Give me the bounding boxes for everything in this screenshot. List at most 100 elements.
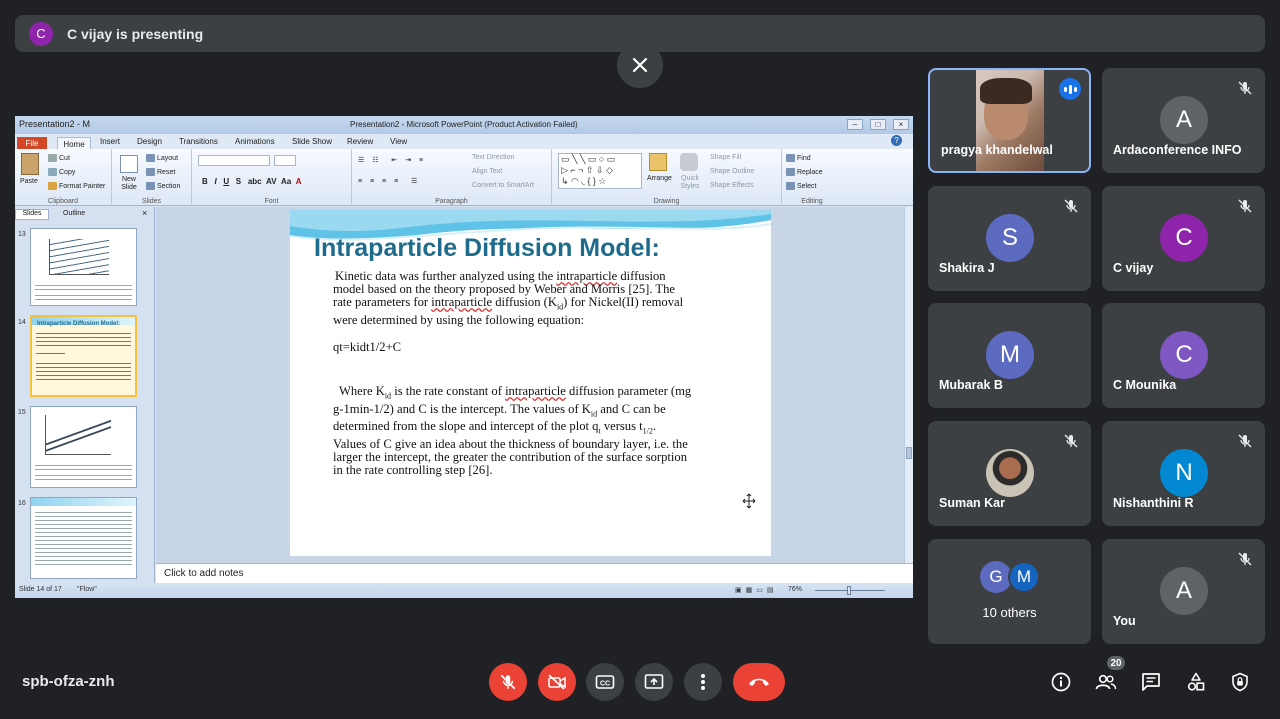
panel-close-icon[interactable]: × bbox=[142, 208, 147, 218]
text-direction-button[interactable]: Text Direction bbox=[472, 154, 514, 161]
more-options-button[interactable] bbox=[684, 663, 722, 701]
current-slide[interactable]: Intraparticle Diffusion Model: Kinetic d… bbox=[290, 210, 771, 556]
format-painter-button[interactable]: Format Painter bbox=[48, 182, 105, 190]
reset-button[interactable]: Reset bbox=[146, 168, 175, 176]
tab-slides[interactable]: Slides bbox=[15, 209, 49, 220]
font-label: Font bbox=[264, 198, 279, 205]
new-slide-button[interactable]: New Slide bbox=[118, 176, 140, 192]
speaking-indicator-icon bbox=[1059, 78, 1081, 100]
paragraph-label: Paragraph bbox=[435, 198, 468, 205]
select-button[interactable]: Select bbox=[786, 182, 816, 190]
shape-outline-button[interactable]: Shape Outline bbox=[710, 168, 754, 175]
participant-name: Shakira J bbox=[939, 261, 995, 275]
align-buttons[interactable]: ≡ ≡ ≡ ≡ ☰ bbox=[358, 177, 420, 185]
drawing-group: ▭ ╲ ╲ ▭ ○ ▭ ▷ ⌐ ¬ ⇧ ⇩ ◇ ↳ ◠ ◟ { } ☆ Arrang… bbox=[552, 149, 782, 206]
mic-toggle-button[interactable] bbox=[489, 663, 527, 701]
host-controls-button[interactable] bbox=[1225, 667, 1255, 697]
shape-effects-button[interactable]: Shape Effects bbox=[710, 182, 753, 189]
font-size-select[interactable] bbox=[274, 155, 296, 166]
others-tile[interactable]: G M 10 others bbox=[928, 539, 1091, 644]
theme-name: "Flow" bbox=[77, 586, 97, 593]
tab-animations[interactable]: Animations bbox=[235, 137, 275, 146]
minimize-button[interactable]: – bbox=[847, 119, 863, 130]
activities-button[interactable] bbox=[1181, 667, 1211, 697]
ppt-window-tab[interactable]: Presentation2 - M bbox=[19, 119, 90, 129]
drawing-label: Drawing bbox=[653, 198, 680, 205]
section-button[interactable]: Section bbox=[146, 182, 180, 190]
arrange-icon[interactable] bbox=[649, 153, 667, 171]
people-icon bbox=[1095, 674, 1117, 690]
participant-tile[interactable]: C C vijay bbox=[1102, 186, 1265, 291]
zoom-slider-thumb[interactable] bbox=[847, 586, 851, 595]
view-buttons[interactable]: ▣▦▭▤ bbox=[735, 586, 777, 594]
self-tile[interactable]: A You bbox=[1102, 539, 1265, 644]
slides-group: New Slide Layout Reset Section Slides bbox=[112, 149, 192, 206]
slide-thumbnail[interactable] bbox=[30, 228, 137, 306]
mic-off-icon bbox=[1064, 434, 1078, 448]
smartart-button[interactable]: Convert to SmartArt bbox=[472, 182, 534, 189]
tab-design[interactable]: Design bbox=[137, 137, 162, 146]
close-presentation-button[interactable] bbox=[617, 42, 663, 88]
replace-icon bbox=[786, 168, 795, 176]
paste-button[interactable]: Paste bbox=[20, 178, 38, 185]
bold-button[interactable]: B I U S abc AV Aa A bbox=[202, 177, 301, 186]
cut-button[interactable]: Cut bbox=[48, 154, 70, 162]
align-text-button[interactable]: Align Text bbox=[472, 168, 502, 175]
participant-tile[interactable]: A Ardaconference INFO bbox=[1102, 68, 1265, 173]
participant-tile[interactable]: C C Mounika bbox=[1102, 303, 1265, 408]
others-count: 10 others bbox=[982, 605, 1037, 620]
tab-view[interactable]: View bbox=[390, 137, 407, 146]
tab-outline[interactable]: Outline bbox=[63, 210, 85, 217]
slide-thumbnail-selected[interactable]: Intraparticle Diffusion Model: bbox=[30, 315, 137, 397]
paragraph-group: ☰ ☷ ⇤ ⇥ ≡ ≡ ≡ ≡ ≡ ☰ Text Direction Align… bbox=[352, 149, 552, 206]
tab-insert[interactable]: Insert bbox=[100, 137, 120, 146]
window-close-button[interactable]: × bbox=[893, 119, 909, 130]
paste-icon[interactable] bbox=[21, 153, 39, 175]
zoom-level[interactable]: 76% bbox=[788, 586, 802, 593]
participant-tile[interactable]: N Nishanthini R bbox=[1102, 421, 1265, 526]
meeting-details-button[interactable] bbox=[1046, 667, 1076, 697]
participant-tile[interactable]: Suman Kar bbox=[928, 421, 1091, 526]
slide-panel-tabs: Slides Outline × bbox=[15, 208, 155, 221]
shapes-gallery[interactable]: ▭ ╲ ╲ ▭ ○ ▭ ▷ ⌐ ¬ ⇧ ⇩ ◇ ↳ ◠ ◟ { } ☆ bbox=[558, 153, 642, 189]
help-icon[interactable]: ? bbox=[891, 135, 902, 146]
layout-button[interactable]: Layout bbox=[146, 154, 178, 162]
camera-toggle-button[interactable] bbox=[538, 663, 576, 701]
replace-label: Replace bbox=[797, 168, 823, 176]
present-screen-button[interactable] bbox=[635, 663, 673, 701]
thumb-number: 13 bbox=[18, 231, 26, 238]
list-buttons[interactable]: ☰ ☷ ⇤ ⇥ ≡ bbox=[358, 156, 426, 164]
replace-button[interactable]: Replace bbox=[786, 168, 823, 176]
shield-lock-icon bbox=[1232, 672, 1248, 692]
tab-review[interactable]: Review bbox=[347, 137, 373, 146]
select-icon bbox=[786, 182, 795, 190]
participant-avatar: M bbox=[986, 331, 1034, 379]
find-button[interactable]: Find bbox=[786, 154, 811, 162]
meeting-code[interactable]: spb-ofza-znh bbox=[22, 673, 114, 690]
tab-slide-show[interactable]: Slide Show bbox=[292, 137, 332, 146]
participant-tile[interactable]: S Shakira J bbox=[928, 186, 1091, 291]
maximize-button[interactable]: □ bbox=[870, 119, 886, 130]
new-slide-icon[interactable] bbox=[120, 155, 138, 173]
slide-scrollbar[interactable] bbox=[904, 207, 913, 563]
editing-group: Find Replace Select Editing bbox=[782, 149, 842, 206]
shape-fill-button[interactable]: Shape Fill bbox=[710, 154, 741, 161]
quick-styles-button[interactable]: Quick Styles bbox=[678, 175, 702, 191]
mic-off-icon bbox=[1238, 552, 1252, 566]
copy-button[interactable]: Copy bbox=[48, 168, 75, 176]
tab-transitions[interactable]: Transitions bbox=[179, 137, 218, 146]
captions-button[interactable]: CC bbox=[586, 663, 624, 701]
participant-tile-active[interactable]: pragya khandelwal bbox=[928, 68, 1091, 173]
chat-button[interactable] bbox=[1136, 667, 1166, 697]
arrange-button[interactable]: Arrange bbox=[647, 175, 672, 182]
participant-tile[interactable]: M Mubarak B bbox=[928, 303, 1091, 408]
participant-name: C Mounika bbox=[1113, 378, 1177, 392]
layout-label: Layout bbox=[157, 154, 179, 162]
slide-thumbnail[interactable] bbox=[30, 497, 137, 579]
notes-pane[interactable]: Click to add notes bbox=[156, 563, 913, 583]
move-cursor-icon bbox=[742, 493, 756, 509]
quick-styles-icon[interactable] bbox=[680, 153, 698, 171]
slide-thumbnail[interactable] bbox=[30, 406, 137, 488]
leave-call-button[interactable] bbox=[733, 663, 785, 701]
font-name-select[interactable] bbox=[198, 155, 270, 166]
